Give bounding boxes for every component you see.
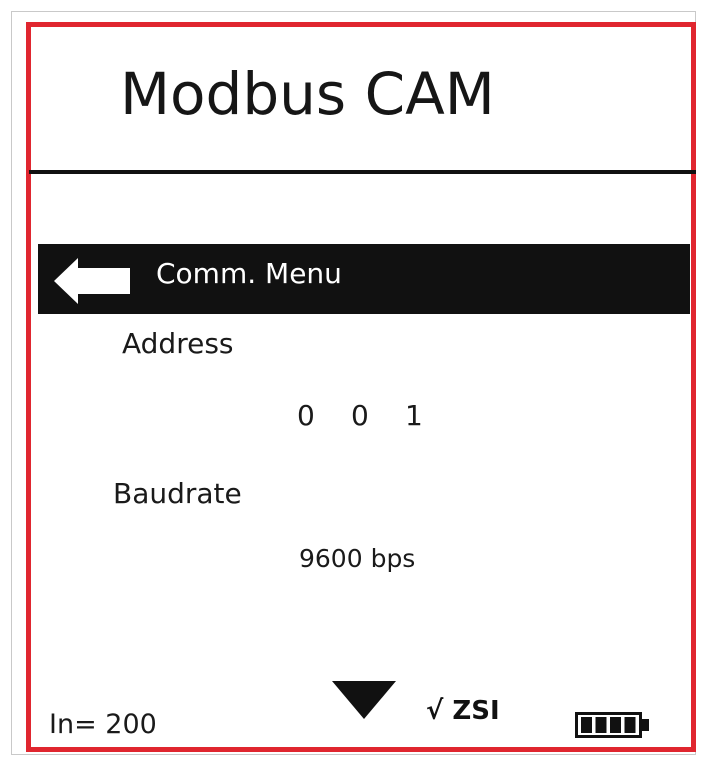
menu-header-bar: Comm. Menu <box>38 244 690 314</box>
down-triangle-icon[interactable] <box>332 681 396 719</box>
device-screen <box>26 22 696 752</box>
zsi-status: √ ZSI <box>426 696 500 726</box>
menu-title: Comm. Menu <box>156 257 342 290</box>
page-title: Modbus CAM <box>120 60 495 128</box>
battery-segment <box>624 717 636 733</box>
title-divider <box>29 170 696 174</box>
back-arrow-icon[interactable] <box>54 258 132 304</box>
address-value[interactable]: 0 0 1 <box>297 399 459 433</box>
battery-fill <box>581 717 636 733</box>
battery-segment <box>581 717 592 733</box>
baudrate-value[interactable]: 9600 bps <box>299 543 415 575</box>
address-label: Address <box>122 327 234 360</box>
address-digit-3[interactable]: 1 <box>405 399 459 433</box>
battery-icon <box>575 712 649 738</box>
current-readout: In= 200 <box>49 709 157 740</box>
baudrate-label: Baudrate <box>113 477 242 510</box>
address-digit-2[interactable]: 0 <box>351 399 405 433</box>
battery-segment <box>595 717 607 733</box>
address-digit-1[interactable]: 0 <box>297 399 351 433</box>
battery-segment <box>610 717 621 733</box>
